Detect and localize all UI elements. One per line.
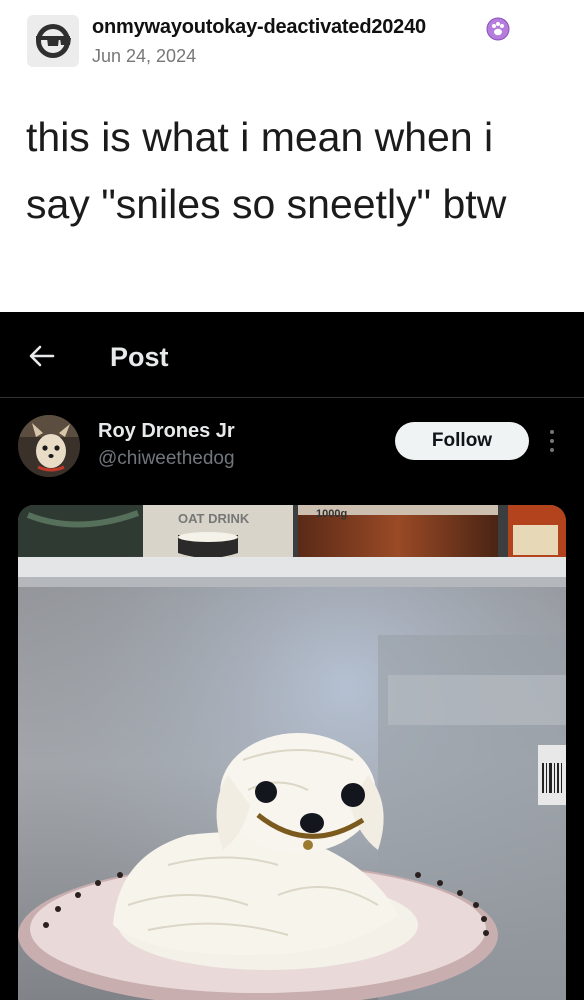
tumblr-post-header: onmywayoutokay-deactivated20240 Jun 24, … [0,0,584,312]
more-dots-icon[interactable] [545,428,559,454]
jar-text: 1000g [316,508,347,520]
post-caption: this is what i mean when i say "sniles s… [26,114,507,227]
header-divider [0,397,584,398]
x-post-screenshot: Post Roy Drones Jr @chiweethedog Follow [0,312,584,1000]
dog-avatar-image [18,415,80,477]
paw-badge-icon [486,17,510,41]
page-title: Post [110,342,169,372]
post-date: Jun 24, 2024 [92,46,197,66]
whipped-cream-dog-photo: OAT DRINK 1000g [18,505,566,1000]
back-arrow-icon[interactable] [26,340,58,372]
glasses-avatar-icon [36,24,71,58]
blog-username[interactable]: onmywayoutokay-deactivated20240 [92,16,426,39]
follow-button[interactable]: Follow [395,422,529,460]
author-avatar[interactable] [18,415,80,477]
author-name[interactable]: Roy Drones Jr [98,420,235,443]
author-handle[interactable]: @chiweethedog [98,448,235,470]
carton-text: OAT DRINK [178,511,250,526]
post-photo[interactable]: OAT DRINK 1000g [18,505,566,1000]
blog-avatar[interactable] [27,15,79,67]
